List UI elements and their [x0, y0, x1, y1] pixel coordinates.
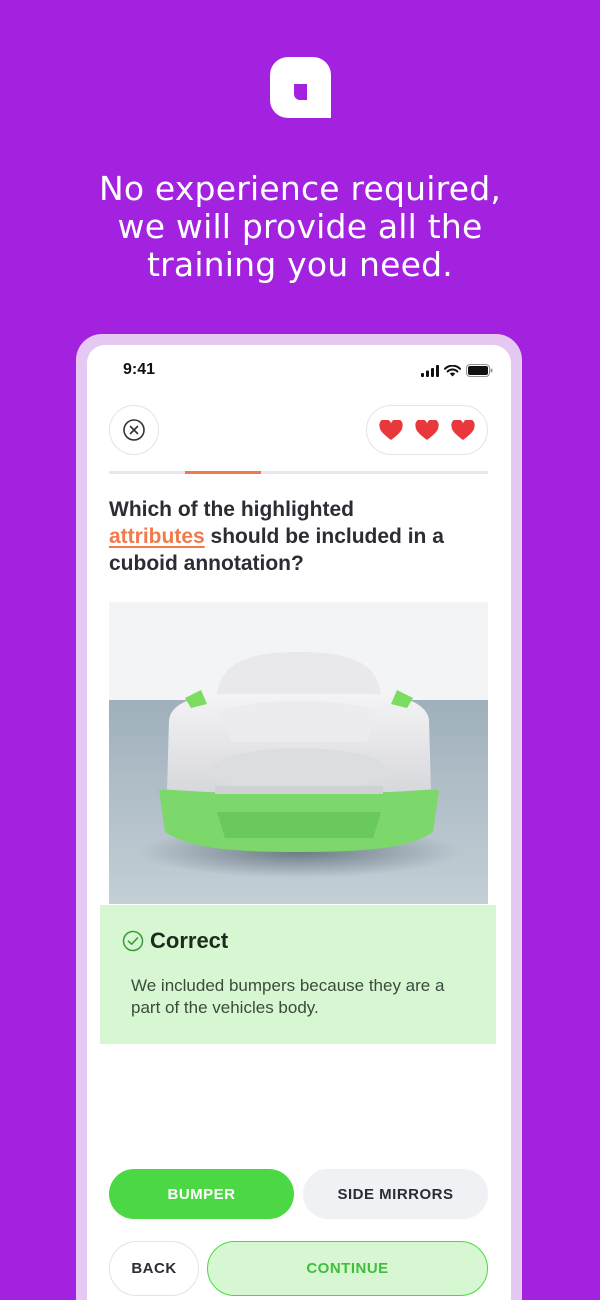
close-button[interactable]: [109, 405, 159, 455]
brand-logo-icon: [270, 57, 331, 118]
feedback-title: Correct: [150, 928, 229, 953]
headline-line-2: we will provide all the: [117, 207, 483, 246]
question-before: Which of the highlighted: [109, 498, 354, 521]
continue-button[interactable]: CONTINUE: [207, 1241, 488, 1296]
cellular-signal-icon: [421, 364, 439, 377]
lives-indicator: [366, 405, 488, 455]
headline-line-3: training you need.: [146, 245, 453, 284]
feedback-panel: Correct We included bumpers because they…: [100, 905, 496, 1044]
side-mirrors-option-button[interactable]: SIDE MIRRORS: [303, 1169, 488, 1219]
car-image: [109, 602, 488, 904]
battery-icon: [466, 364, 493, 377]
status-time: 9:41: [123, 361, 156, 378]
heart-icon: [451, 419, 475, 440]
progress-fill: [185, 471, 261, 474]
progress-bar: [109, 471, 488, 474]
wifi-icon: [444, 364, 461, 376]
heart-icon: [379, 419, 403, 440]
check-circle-icon: [122, 930, 144, 952]
question-highlight-link[interactable]: attributes: [109, 525, 205, 548]
headline-line-1: No experience required,: [98, 169, 502, 208]
bumper-option-button[interactable]: BUMPER: [109, 1169, 294, 1219]
status-icons: [421, 364, 493, 377]
phone-screen: 9:41 Which of the highlighted attributes…: [87, 345, 511, 1300]
status-bar: 9:41: [87, 345, 511, 395]
heart-icon: [415, 419, 439, 440]
back-button[interactable]: BACK: [109, 1241, 199, 1296]
question-text: Which of the highlighted attributes shou…: [109, 496, 494, 577]
feedback-text: We included bumpers because they are a p…: [131, 976, 445, 1017]
headline: No experience required, we will provide …: [0, 170, 600, 284]
car-illustration: [109, 602, 488, 904]
close-circle-icon: [123, 419, 145, 441]
